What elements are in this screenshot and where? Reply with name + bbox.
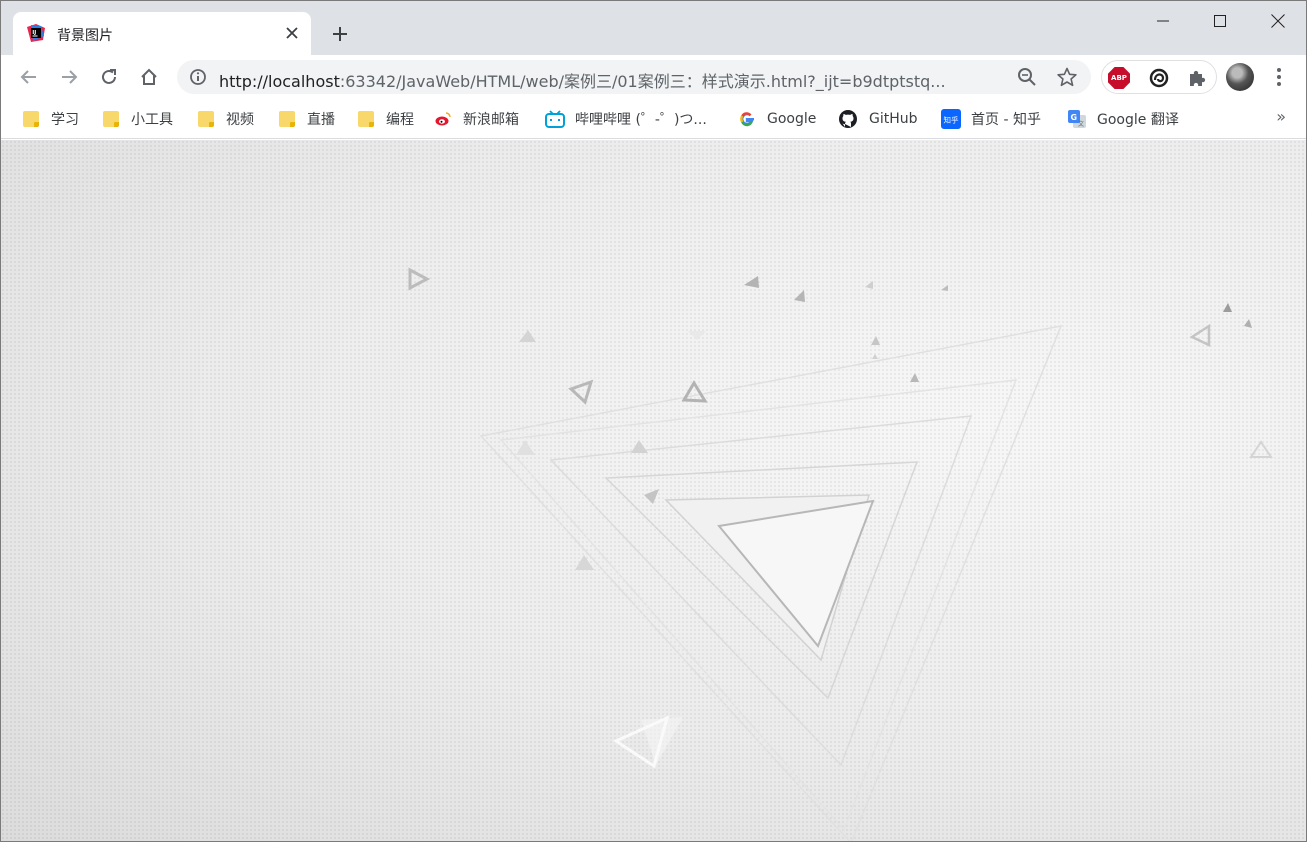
bookmark-google[interactable]: Google [739, 108, 816, 130]
minimize-icon [1157, 20, 1169, 22]
minimize-button[interactable] [1134, 1, 1192, 41]
bookmark-label: GitHub [869, 111, 918, 127]
tab-active[interactable]: IJ 背景图片 [13, 12, 311, 55]
tab-close-icon[interactable] [281, 22, 303, 44]
address-bar[interactable]: http://localhost:63342/JavaWeb/HTML/web/… [177, 60, 1091, 94]
bookmark-label: 编程 [386, 112, 414, 128]
bookmark-bilibili[interactable]: 哔哩哔哩 (゜-゜)つ... [545, 108, 707, 130]
folder-icon [358, 111, 374, 127]
zhihu-icon: 知乎 [941, 109, 961, 129]
circle-ext-icon[interactable] [1148, 67, 1170, 89]
folder-icon [279, 111, 295, 127]
google-icon [740, 112, 754, 127]
jetbrains-icon: IJ [27, 24, 45, 42]
triangle-artwork [408, 267, 1273, 841]
bookmark-study[interactable]: 学习 [23, 108, 79, 130]
github-icon [839, 110, 857, 128]
toolbar: http://localhost:63342/JavaWeb/HTML/web/… [1, 55, 1306, 99]
bookmarks-overflow-chevron-icon[interactable]: » [1276, 107, 1286, 126]
tab-title: 背景图片 [57, 28, 113, 44]
google-translate-icon: G文 [1068, 110, 1086, 128]
bookmark-video[interactable]: 视频 [198, 108, 254, 130]
bookmark-label: 直播 [307, 112, 335, 128]
browser-menu-button[interactable] [1267, 63, 1291, 91]
plus-icon [333, 27, 347, 41]
bookmark-label: 视频 [226, 112, 254, 128]
url-text[interactable]: http://localhost:63342/JavaWeb/HTML/web/… [219, 68, 1009, 92]
url-host: http://localhost [219, 72, 340, 91]
zoom-icon[interactable] [1017, 67, 1037, 87]
star-icon[interactable] [1057, 67, 1077, 87]
profile-avatar[interactable] [1226, 63, 1254, 91]
bookmark-github[interactable]: GitHub [839, 108, 918, 130]
abp-label: ABP [1108, 67, 1130, 89]
forward-arrow-icon [62, 70, 78, 84]
bilibili-icon [545, 110, 565, 128]
reload-button[interactable] [93, 61, 125, 93]
svg-text:文: 文 [1078, 120, 1084, 128]
new-tab-button[interactable] [326, 20, 354, 48]
reload-icon [102, 69, 116, 84]
bookmark-label: Google 翻译 [1097, 112, 1179, 128]
folder-icon [103, 111, 119, 127]
bookmark-google-translate[interactable]: G文 Google 翻译 [1067, 108, 1179, 130]
folder-icon [198, 111, 214, 127]
svg-text:G: G [1071, 113, 1078, 122]
bookmark-label: 首页 - 知乎 [971, 112, 1041, 128]
svg-text:知乎: 知乎 [944, 115, 959, 125]
close-icon [1271, 14, 1285, 28]
window-close-button[interactable] [1249, 1, 1306, 41]
extensions-group: ABP [1101, 60, 1217, 94]
weibo-icon [435, 112, 451, 126]
back-arrow-icon [20, 70, 36, 84]
bookmark-label: 小工具 [131, 112, 173, 128]
maximize-icon [1214, 15, 1226, 27]
home-button[interactable] [133, 61, 165, 93]
more-vert-icon [1277, 68, 1281, 86]
folder-icon [23, 111, 39, 127]
back-button[interactable] [13, 61, 45, 93]
bookmark-label: 新浪邮箱 [463, 112, 519, 128]
info-icon[interactable] [189, 68, 207, 86]
bookmark-label: 哔哩哔哩 (゜-゜)つ... [575, 112, 707, 128]
bookmark-sina-mail[interactable]: 新浪邮箱 [435, 108, 519, 130]
forward-button[interactable] [53, 61, 85, 93]
svg-text:IJ: IJ [32, 30, 36, 36]
page-background-image [1, 140, 1306, 841]
adblock-plus-icon[interactable]: ABP [1108, 67, 1130, 89]
bookmark-programming[interactable]: 编程 [358, 108, 414, 130]
home-icon [141, 68, 157, 85]
url-path: :63342/JavaWeb/HTML/web/案例三/01案例三：样式演示.h… [339, 72, 946, 91]
bookmark-tools[interactable]: 小工具 [103, 108, 173, 130]
bookmark-label: Google [767, 111, 817, 127]
maximize-button[interactable] [1191, 1, 1249, 41]
puzzle-icon[interactable] [1186, 67, 1208, 89]
browser-window: IJ 背景图片 http://localhost:63342/JavaWeb/H… [0, 0, 1307, 842]
bookmark-label: 学习 [51, 112, 79, 128]
bookmarks-bar: 学习 小工具 视频 直播 编程 新浪邮箱 哔哩哔哩 (゜-゜)つ... Goog… [1, 99, 1306, 139]
bookmark-zhihu[interactable]: 知乎 首页 - 知乎 [941, 108, 1041, 130]
tab-strip: IJ 背景图片 [1, 1, 1306, 55]
bookmark-live[interactable]: 直播 [279, 108, 335, 130]
